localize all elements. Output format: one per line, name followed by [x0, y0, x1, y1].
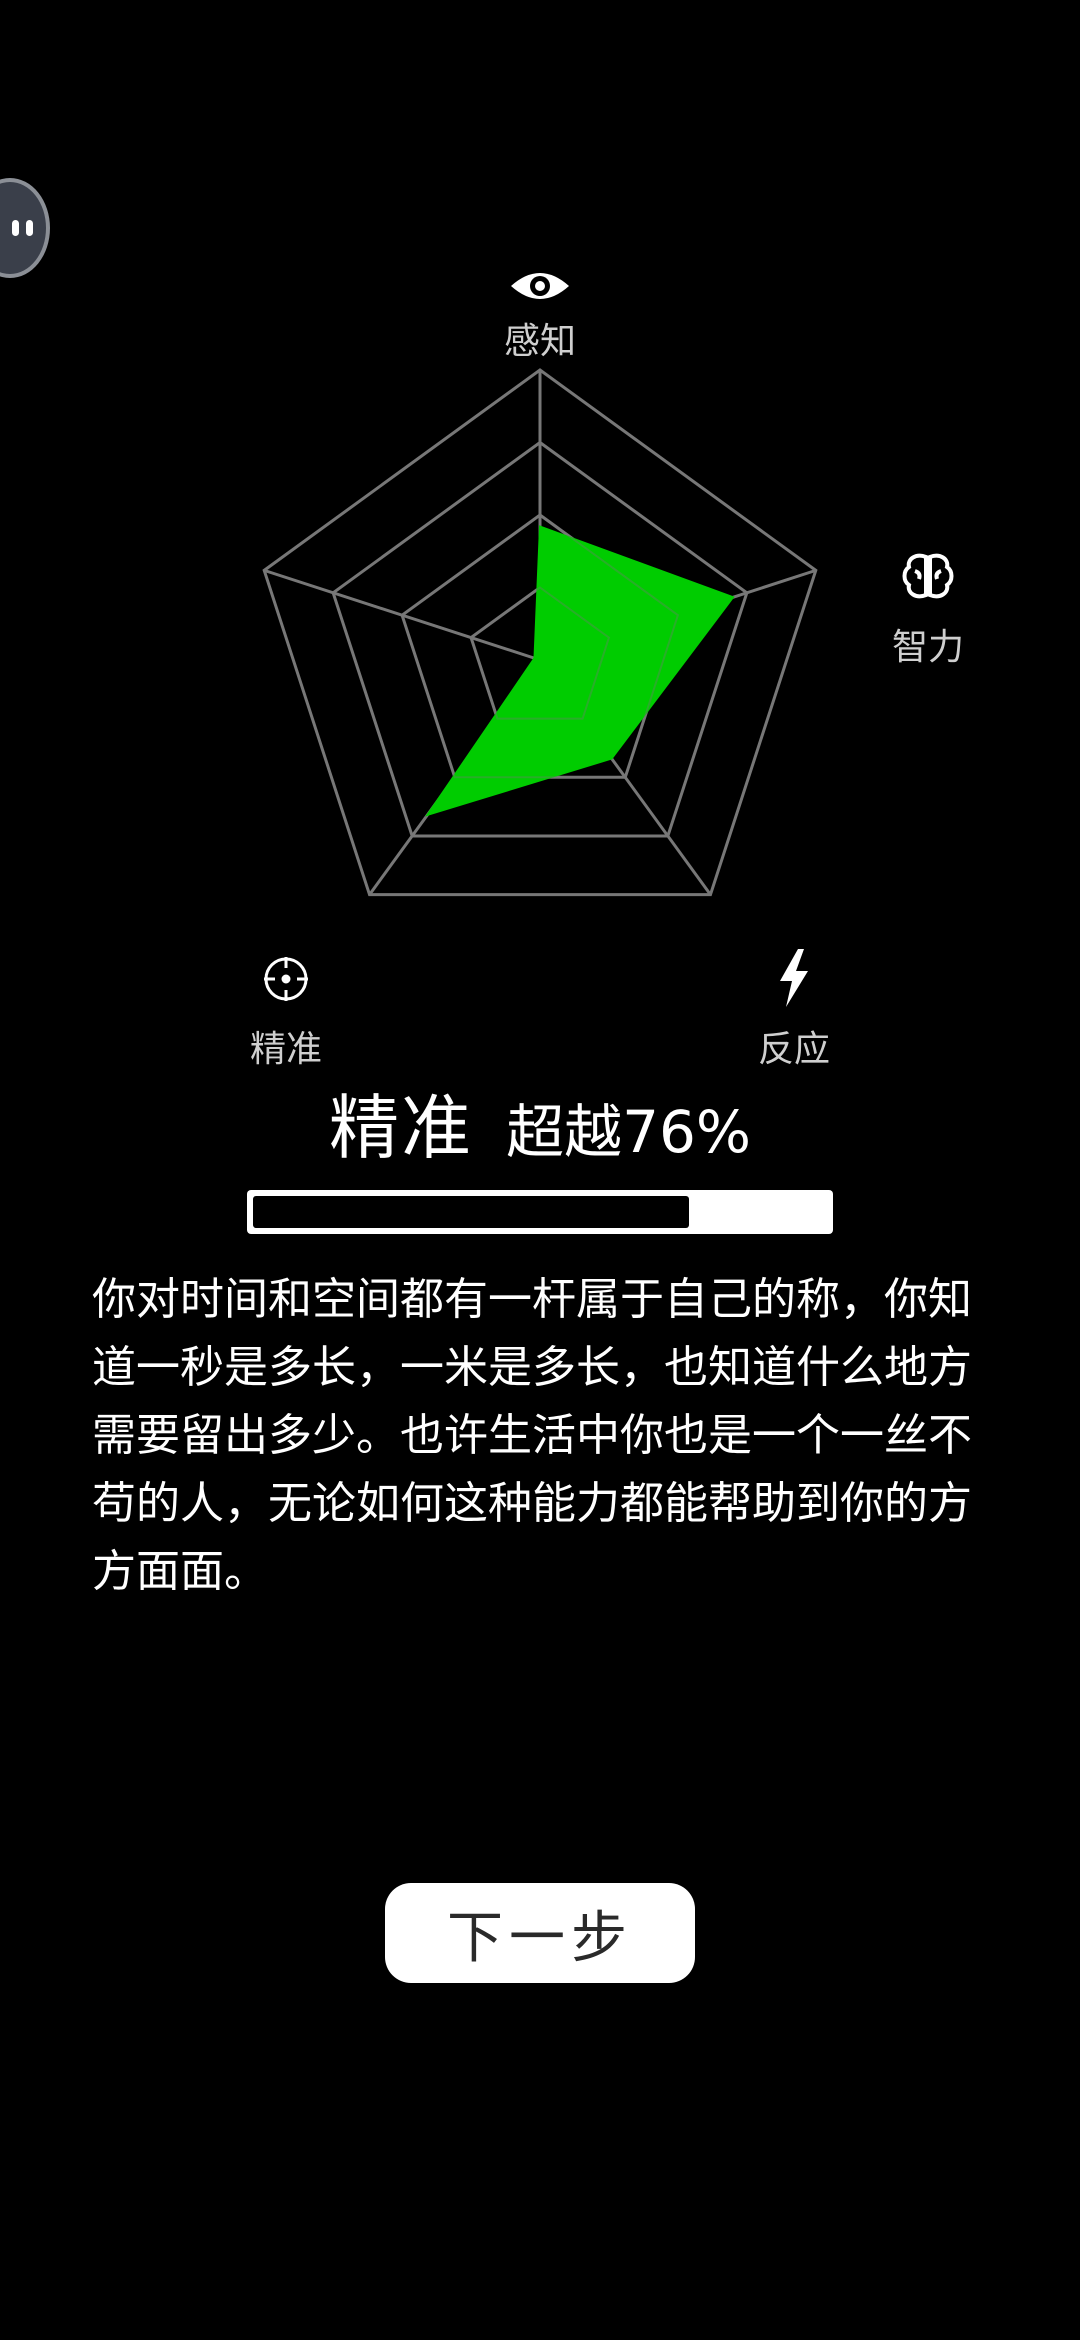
result-progress-fill — [253, 1196, 690, 1228]
result-headline: 精准 超越76% — [0, 1072, 1080, 1173]
label-precision: 精准 — [249, 1029, 322, 1070]
lightning-icon — [776, 949, 812, 1011]
radar-chart — [262, 368, 818, 897]
result-description: 你对时间和空间都有一杆属于自己的称，你知道一秒是多长，一米是多长，也知道什么地方… — [92, 1274, 972, 1597]
result-progress-bar — [247, 1190, 833, 1234]
eye-icon — [509, 266, 571, 310]
label-perception: 感知 — [503, 321, 576, 362]
label-reaction: 反应 — [757, 1029, 830, 1070]
label-intelligence: 智力 — [891, 627, 964, 668]
result-percent-text: 超越76% — [506, 1098, 751, 1166]
result-dimension-name: 精准 — [328, 1087, 473, 1169]
next-step-button[interactable]: 下一步 — [385, 1883, 695, 1983]
crosshair-icon — [261, 954, 311, 1008]
brain-icon — [901, 551, 955, 605]
